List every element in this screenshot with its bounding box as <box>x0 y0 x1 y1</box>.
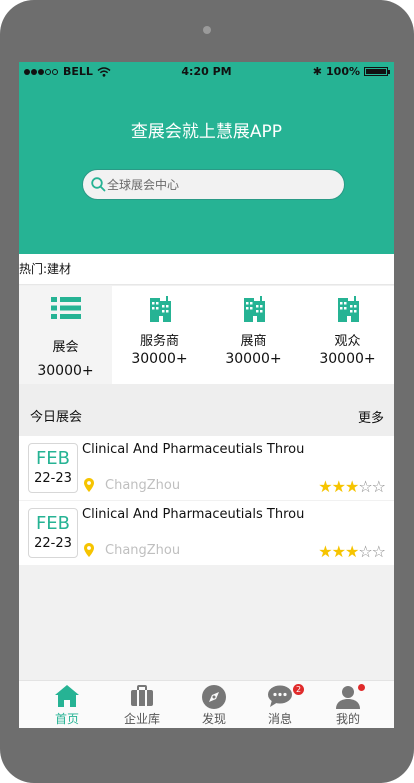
building-icon <box>243 296 265 322</box>
rating-stars: ★★★☆☆ <box>318 477 386 496</box>
app-title: 查展会就上慧展APP <box>130 122 283 142</box>
category-service-providers[interactable]: 服务商 30000+ <box>113 286 206 384</box>
building-icon <box>149 296 171 322</box>
tab-label: 消息 <box>267 712 292 726</box>
exhibition-card[interactable]: FEB 22-23 Clinical And Pharmaceutials Th… <box>19 436 394 500</box>
date-month: FEB <box>35 513 71 534</box>
section-title: 今日展会 <box>30 410 83 425</box>
tab-messages[interactable]: 2 消息 <box>245 681 315 728</box>
compass-icon <box>202 685 226 709</box>
bluetooth-icon: ✱ <box>312 65 323 78</box>
bottom-tab-bar: 首页 企业库 发现 2 消息 我的 <box>19 680 394 728</box>
tab-label: 首页 <box>54 712 79 726</box>
tab-label: 企业库 <box>123 712 160 726</box>
rating-stars: ★★★☆☆ <box>318 542 386 561</box>
category-exhibitions[interactable]: 展会 30000+ <box>19 286 112 384</box>
battery-percent: 100% <box>326 65 360 78</box>
home-icon <box>55 685 79 707</box>
tab-discover[interactable]: 发现 <box>179 681 249 728</box>
building-icon <box>337 296 359 322</box>
chat-icon <box>268 685 292 707</box>
notification-dot <box>358 684 365 691</box>
location-pin-icon <box>84 543 94 557</box>
category-count: 30000+ <box>225 351 282 367</box>
category-exhibitors[interactable]: 展商 30000+ <box>207 286 300 384</box>
date-month: FEB <box>35 448 71 469</box>
location-pin-icon <box>84 478 94 492</box>
date-box: FEB 22-23 <box>28 508 78 558</box>
list-icon <box>50 297 81 319</box>
exhibition-location: ChangZhou <box>105 478 181 493</box>
date-days: 22-23 <box>34 471 72 486</box>
battery-icon <box>364 67 390 76</box>
category-visitors[interactable]: 观众 30000+ <box>301 286 394 384</box>
tab-label: 我的 <box>335 712 360 726</box>
tab-label: 发现 <box>201 712 226 726</box>
category-label: 展会 <box>52 340 79 355</box>
category-label: 服务商 <box>139 334 179 349</box>
category-label: 展商 <box>240 334 267 349</box>
category-count: 30000+ <box>37 363 94 379</box>
search-bar[interactable] <box>82 169 345 200</box>
briefcase-icon <box>131 685 153 706</box>
date-box: FEB 22-23 <box>28 443 78 493</box>
category-count: 30000+ <box>319 351 376 367</box>
category-grid: 展会 30000+ 服务商 30000+ 展商 30000+ 观众 30000+ <box>19 286 394 384</box>
tab-home[interactable]: 首页 <box>32 681 102 728</box>
status-bar: BELL 4:20 PM ✱ 100% <box>19 62 394 82</box>
category-label: 观众 <box>334 334 361 349</box>
phone-frame: BELL 4:20 PM ✱ 100% 查展会就上慧展APP 热门:建材 <box>0 0 414 783</box>
tab-profile[interactable]: 我的 <box>313 681 383 728</box>
category-count: 30000+ <box>131 351 188 367</box>
user-icon <box>336 686 360 709</box>
more-link[interactable]: 更多 <box>358 407 384 426</box>
exhibition-title: Clinical And Pharmaceutials Throu <box>82 442 305 457</box>
camera-dot <box>203 26 211 34</box>
hot-tag-label: 热门:建材 <box>19 262 72 276</box>
search-input[interactable] <box>107 174 327 196</box>
search-icon <box>91 177 106 192</box>
date-days: 22-23 <box>34 536 72 551</box>
app-screen: BELL 4:20 PM ✱ 100% 查展会就上慧展APP 热门:建材 <box>19 62 394 728</box>
tab-company-library[interactable]: 企业库 <box>107 681 177 728</box>
hot-tag-bar[interactable]: 热门:建材 <box>19 254 394 285</box>
exhibition-card[interactable]: FEB 22-23 Clinical And Pharmaceutials Th… <box>19 501 394 565</box>
divider <box>19 284 394 285</box>
exhibition-title: Clinical And Pharmaceutials Throu <box>82 507 305 522</box>
today-section-header: 今日展会 更多 <box>19 384 394 436</box>
message-badge: 2 <box>293 684 304 695</box>
exhibition-location: ChangZhou <box>105 543 181 558</box>
hero-banner: BELL 4:20 PM ✱ 100% 查展会就上慧展APP <box>19 62 394 254</box>
